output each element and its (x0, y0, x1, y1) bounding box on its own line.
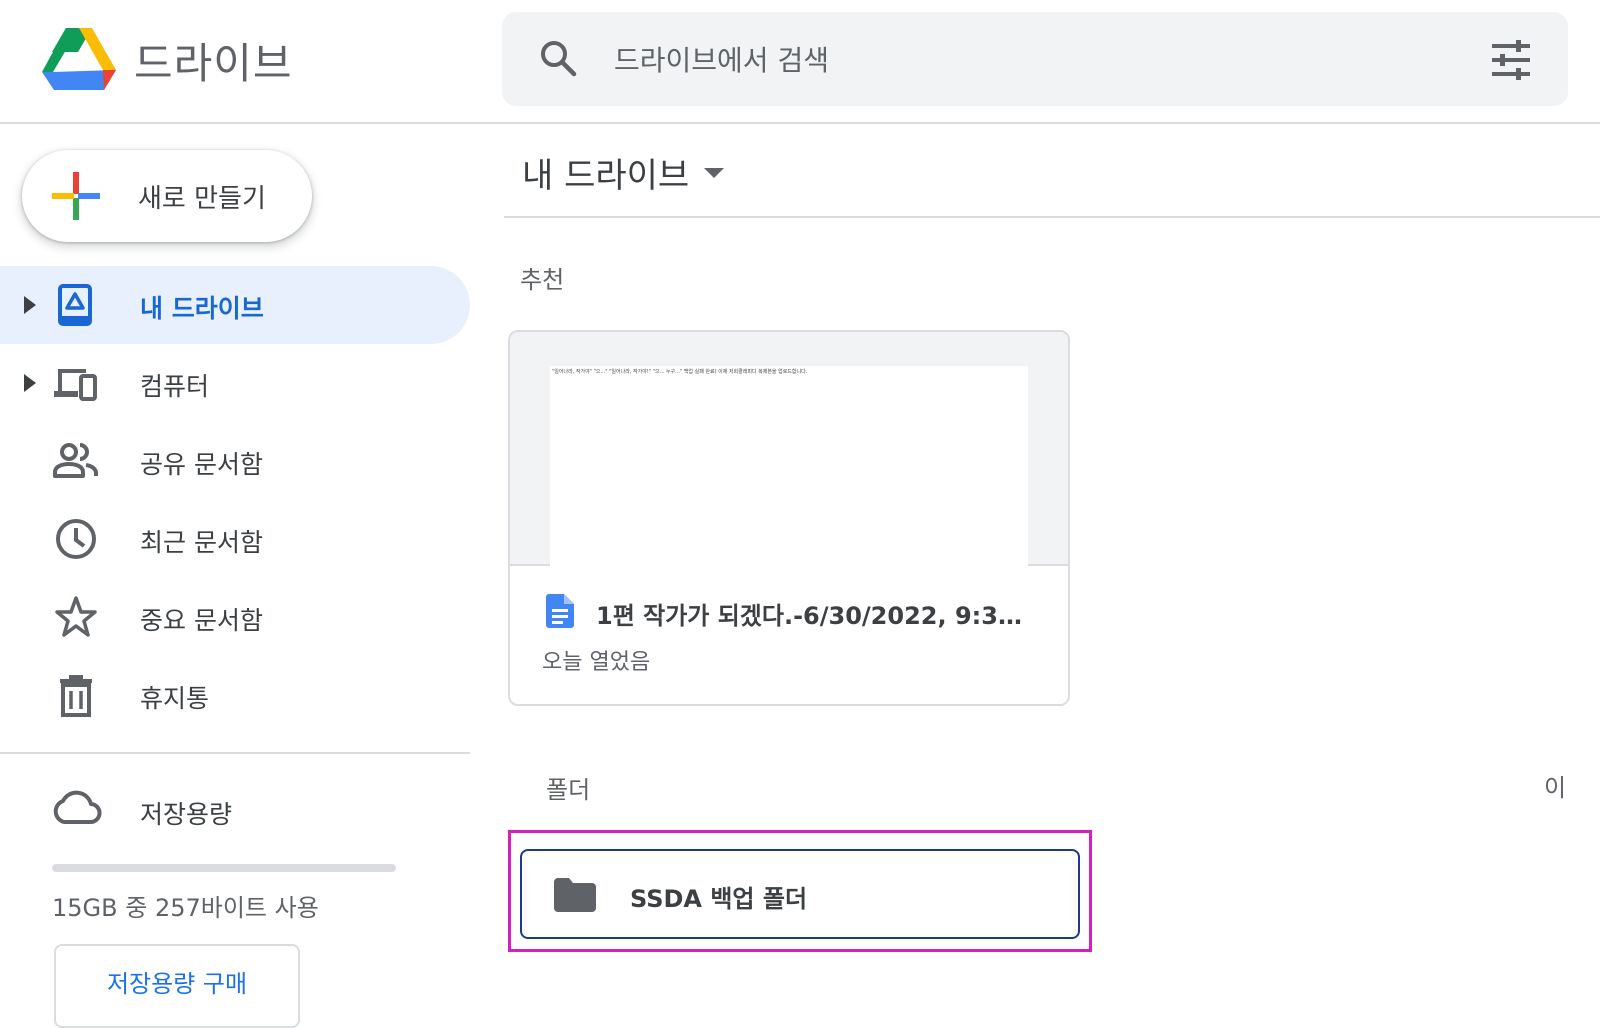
thumbnail-page: "일어나라, 작가야" "으..." "일어나라, 작가야!" "으... 누구… (550, 366, 1028, 566)
google-docs-icon (546, 594, 574, 628)
main-divider (504, 216, 1600, 218)
folder-name: SSDA 백업 폴더 (630, 885, 808, 913)
page-title: 내 드라이브 (522, 156, 690, 196)
dropdown-caret-icon[interactable] (704, 168, 724, 178)
sidebar-item-label: 공유 문서함 (140, 450, 263, 479)
search-input[interactable] (612, 36, 1436, 84)
trash-icon (60, 675, 92, 717)
cloud-icon (53, 790, 102, 824)
sidebar-item-shared[interactable]: 공유 문서함 (0, 422, 470, 500)
file-name: 1편 작가가 되겠다.-6/30/2022, 9:36:29… (596, 602, 1036, 630)
shared-people-icon (53, 443, 98, 478)
sidebar-item-recent[interactable]: 최근 문서함 (0, 500, 470, 578)
sidebar-item-trash[interactable]: 휴지통 (0, 656, 470, 734)
sidebar-item-my-drive[interactable]: 내 드라이브 (0, 266, 470, 344)
truncated-column-header: 이 (1544, 774, 1567, 802)
folder-item[interactable]: SSDA 백업 폴더 (520, 849, 1080, 939)
suggested-file-card[interactable]: "일어나라, 작가야" "으..." "일어나라, 작가야!" "으... 누구… (508, 330, 1070, 706)
location-dropdown[interactable]: 내 드라이브 (522, 148, 724, 198)
buy-storage-label: 저장용량 구매 (106, 970, 248, 998)
sidebar-item-label: 내 드라이브 (140, 294, 264, 323)
my-drive-icon (58, 284, 92, 326)
sidebar-item-starred[interactable]: 중요 문서함 (0, 578, 470, 656)
sidebar-item-label: 중요 문서함 (140, 606, 263, 635)
sidebar-item-label: 최근 문서함 (140, 528, 263, 557)
google-drive-logo-icon[interactable] (42, 26, 116, 90)
search-icon[interactable] (538, 38, 578, 78)
app-title: 드라이브 (134, 39, 293, 88)
sidebar-divider (0, 752, 470, 754)
sidebar-item-label: 휴지통 (140, 684, 210, 713)
file-thumbnail: "일어나라, 작가야" "으..." "일어나라, 작가야!" "으... 누구… (510, 332, 1068, 566)
thumbnail-text: "일어나라, 작가야" "으..." "일어나라, 작가야!" "으... 누구… (552, 369, 808, 375)
search-options-icon[interactable] (1490, 40, 1532, 80)
expand-arrow-icon[interactable] (22, 372, 38, 394)
new-button[interactable]: 새로 만들기 (22, 150, 312, 242)
sidebar-item-label: 컴퓨터 (140, 372, 210, 401)
sidebar-item-computers[interactable]: 컴퓨터 (0, 344, 470, 422)
computers-icon (54, 369, 97, 401)
storage-usage-text: 15GB 중 257바이트 사용 (52, 894, 319, 922)
new-button-label: 새로 만들기 (138, 184, 266, 214)
folder-icon (554, 878, 596, 912)
top-header: 드라이브 (0, 0, 1600, 124)
storage-progress-bar (52, 864, 396, 872)
file-opened-meta: 오늘 열었음 (542, 650, 651, 675)
star-icon (55, 596, 97, 637)
suggested-section-label: 추천 (520, 266, 565, 294)
folders-section-label: 폴더 (546, 776, 591, 804)
plus-icon (52, 172, 100, 220)
expand-arrow-icon[interactable] (22, 294, 38, 316)
search-bar[interactable] (502, 12, 1568, 106)
storage-label: 저장용량 (140, 800, 233, 829)
buy-storage-button[interactable]: 저장용량 구매 (54, 944, 300, 1028)
clock-icon (56, 519, 96, 559)
